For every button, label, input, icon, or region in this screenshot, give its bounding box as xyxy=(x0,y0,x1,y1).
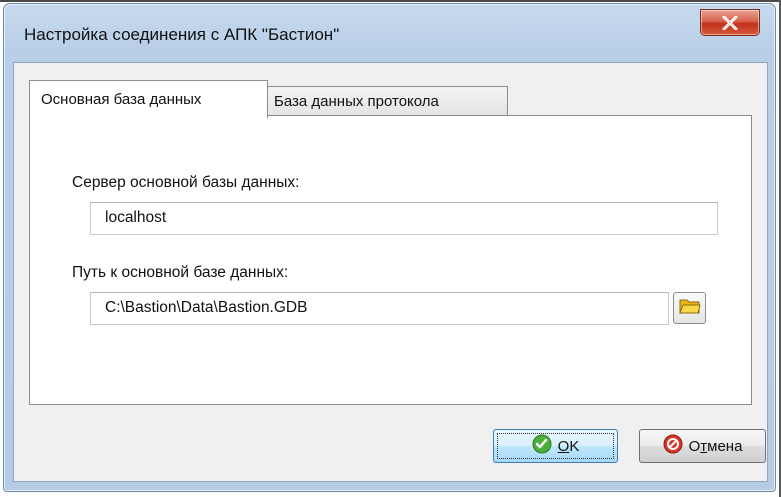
dialog-client-area: Основная база данных База данных протоко… xyxy=(13,62,768,482)
cancel-label-rest: мена xyxy=(707,437,743,455)
server-input[interactable]: localhost xyxy=(90,202,718,235)
screen: Настройка соединения с АПК "Бастион" Осн… xyxy=(0,0,781,497)
server-value: localhost xyxy=(105,209,167,226)
ok-button[interactable]: OK xyxy=(493,429,618,463)
close-button[interactable] xyxy=(700,9,760,36)
close-icon xyxy=(722,15,738,30)
connection-settings-dialog: Настройка соединения с АПК "Бастион" Осн… xyxy=(3,3,776,492)
path-input[interactable]: C:\Bastion\Data\Bastion.GDB xyxy=(90,292,669,325)
cancel-button-label: Отмена xyxy=(689,438,743,455)
cancel-label-prefix: О xyxy=(688,437,701,455)
path-label: Путь к основной базе данных: xyxy=(72,264,289,281)
tab-panel-main-database: Сервер основной базы данных: localhost П… xyxy=(29,115,752,405)
title-bar[interactable]: Настройка соединения с АПК "Бастион" xyxy=(4,4,775,62)
cancel-icon xyxy=(663,434,683,458)
browse-button[interactable] xyxy=(673,292,706,324)
path-value: C:\Bastion\Data\Bastion.GDB xyxy=(105,299,308,316)
tab-protocol-database[interactable]: База данных протокола xyxy=(268,86,508,116)
cancel-button[interactable]: Отмена xyxy=(639,429,766,463)
tab-main-database[interactable]: Основная база данных xyxy=(29,80,268,118)
screen-edge-top xyxy=(0,0,781,2)
folder-icon xyxy=(678,297,701,320)
ok-button-focus-rect xyxy=(497,433,614,459)
server-label: Сервер основной базы данных: xyxy=(72,174,300,191)
window-title: Настройка соединения с АПК "Бастион" xyxy=(24,25,340,44)
